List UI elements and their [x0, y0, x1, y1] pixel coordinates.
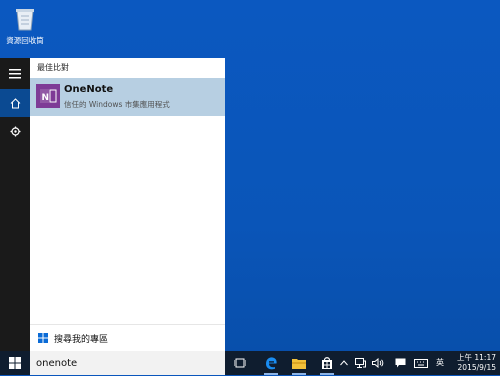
recycle-bin-label: 資源回收筒 [6, 36, 44, 45]
search-input[interactable] [30, 351, 227, 376]
task-view-button[interactable] [230, 351, 250, 375]
onenote-icon: N [36, 84, 60, 108]
settings-button[interactable] [0, 117, 30, 145]
result-app-name: OneNote [64, 84, 114, 95]
recycle-bin-shortcut[interactable]: 資源回收筒 [4, 4, 46, 46]
windows-logo-icon [38, 333, 48, 343]
edge-taskbar-button[interactable] [258, 351, 284, 375]
chevron-up-icon [340, 360, 348, 366]
best-match-heading: 最佳比對 [37, 63, 69, 72]
taskbar: 英 上午 11:17 2015/9/15 [0, 351, 500, 376]
edge-icon [266, 357, 277, 370]
store-icon [322, 357, 332, 369]
search-results: 最佳比對 N OneNote 信任的 Windows 市集應用程式 搜尋我的專區 [30, 58, 225, 351]
store-taskbar-button[interactable] [314, 351, 340, 375]
keyboard-icon [414, 358, 428, 368]
home-button[interactable] [0, 89, 30, 117]
start-left-rail [0, 58, 30, 351]
clock[interactable]: 上午 11:17 2015/9/15 [452, 353, 496, 373]
windows-start-icon [9, 357, 21, 369]
ime-language-indicator[interactable]: 英 [436, 357, 444, 368]
recycle-bin-icon [11, 4, 39, 32]
start-search-panel: 最佳比對 N OneNote 信任的 Windows 市集應用程式 搜尋我的專區 [0, 58, 225, 351]
network-icon [354, 358, 366, 368]
volume-button[interactable] [370, 351, 386, 375]
hamburger-menu-button[interactable] [0, 60, 30, 88]
home-icon [10, 97, 20, 108]
file-explorer-taskbar-button[interactable] [286, 351, 312, 375]
show-hidden-icons-button[interactable] [338, 351, 350, 375]
search-my-stuff-button[interactable]: 搜尋我的專區 [30, 324, 225, 352]
svg-text:N: N [42, 93, 50, 103]
onenote-result[interactable]: N OneNote 信任的 Windows 市集應用程式 [30, 78, 225, 116]
action-center-button[interactable] [392, 351, 408, 375]
task-view-icon [234, 358, 246, 368]
network-button[interactable] [352, 351, 368, 375]
start-button[interactable] [0, 351, 30, 375]
notification-icon [395, 358, 405, 368]
clock-date: 2015/9/15 [457, 363, 496, 372]
speaker-icon [372, 358, 384, 368]
taskbar-search-box[interactable] [30, 351, 227, 376]
result-app-subtitle: 信任的 Windows 市集應用程式 [64, 100, 170, 109]
search-my-stuff-label: 搜尋我的專區 [54, 335, 109, 345]
hamburger-icon [9, 69, 21, 79]
touch-keyboard-button[interactable] [412, 351, 430, 375]
clock-time: 上午 11:17 [457, 353, 496, 362]
gear-icon [10, 126, 20, 136]
folder-icon [292, 359, 306, 369]
